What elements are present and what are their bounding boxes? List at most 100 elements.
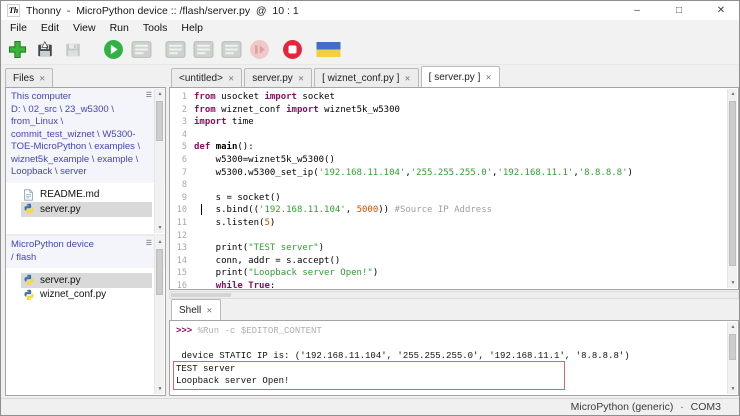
- code-line: 1from usocket import socket: [172, 91, 738, 104]
- minimize-button[interactable]: –: [619, 1, 655, 20]
- line-number: 10: [172, 204, 194, 217]
- close-button[interactable]: ✕: [703, 1, 739, 20]
- files-section-device: MicroPython device/ flash☰server.pywizne…: [6, 234, 165, 395]
- open-file-button[interactable]: [33, 38, 57, 62]
- line-number: 12: [172, 230, 194, 243]
- file-item[interactable]: server.py: [21, 273, 152, 288]
- run-current-script-button[interactable]: [101, 38, 125, 62]
- backend-selector[interactable]: MicroPython (generic) · COM3: [569, 401, 723, 413]
- status-bar: MicroPython (generic) · COM3: [1, 398, 739, 415]
- code-editor[interactable]: 1from usocket import socket2from wiznet_…: [169, 87, 739, 290]
- scroll-up-icon[interactable]: ▲: [728, 324, 738, 330]
- debug-current-script-button[interactable]: [129, 38, 153, 62]
- shell-tab-label: Shell: [179, 305, 201, 316]
- resume-button[interactable]: [247, 38, 271, 62]
- files-section-header: This computerD: \ 02_src \ 23_w5300 \ fr…: [6, 88, 165, 183]
- python-icon: [23, 289, 35, 301]
- scroll-up-icon[interactable]: ▲: [728, 91, 738, 97]
- file-item[interactable]: README.md: [21, 188, 152, 203]
- close-files-tab-icon[interactable]: ✕: [39, 74, 45, 83]
- tab-label: [ server.py ]: [429, 72, 481, 83]
- file-item[interactable]: wiznet_conf.py: [21, 288, 152, 303]
- line-number: 11: [172, 217, 194, 230]
- menu-run[interactable]: Run: [103, 22, 136, 34]
- code-text: s.listen(5): [194, 217, 275, 230]
- menu-bar: FileEditViewRunToolsHelp: [1, 20, 739, 35]
- toolbar: [1, 35, 739, 65]
- code-line: 16 while True:: [172, 280, 738, 290]
- line-number: 5: [172, 141, 194, 154]
- resume-icon: [249, 39, 270, 60]
- editor-tab-1-server.py[interactable]: server.py✕: [244, 68, 312, 87]
- step-out-button[interactable]: [219, 38, 243, 62]
- files-scrollbar[interactable]: ▲▼: [154, 89, 164, 233]
- debug-icon: [131, 39, 152, 60]
- editor-area: <untitled>✕server.py✕ [ wiznet_conf.py ] ✕…: [169, 65, 739, 398]
- code-line: 2from wiznet_conf import wiznet5k_w5300: [172, 104, 738, 117]
- editor-tab-2-wiznet-conf.py[interactable]: [ wiznet_conf.py ] ✕: [314, 68, 419, 87]
- step-over-button[interactable]: [163, 38, 187, 62]
- code-text: def main():: [194, 141, 254, 154]
- editor-tab-3-server.py[interactable]: [ server.py ] ✕: [421, 66, 500, 87]
- editor-horizontal-scrollbar[interactable]: [169, 291, 739, 299]
- shell-line: Loopback server Open!: [176, 375, 738, 388]
- save-file-button[interactable]: [61, 38, 85, 62]
- scroll-down-icon[interactable]: ▼: [155, 225, 165, 231]
- save-icon: [64, 41, 82, 59]
- shell-line: TEST server: [176, 363, 738, 376]
- line-number: 4: [172, 129, 194, 142]
- scrollbar-thumb[interactable]: [171, 293, 231, 297]
- code-text: s = socket(): [194, 192, 281, 205]
- new-file-button[interactable]: [5, 38, 29, 62]
- stop-restart-button[interactable]: [280, 38, 304, 62]
- code-text: from usocket import socket: [194, 91, 335, 104]
- maximize-button[interactable]: □: [661, 1, 697, 20]
- files-menu-icon[interactable]: ☰: [146, 90, 152, 103]
- code-text: print("TEST server"): [194, 242, 324, 255]
- code-line: 14 conn, addr = s.accept(): [172, 255, 738, 268]
- python-icon: [23, 203, 35, 215]
- shell-tab-bar: Shell ✕: [169, 298, 223, 320]
- scrollbar-thumb[interactable]: [729, 334, 736, 360]
- files-menu-icon[interactable]: ☰: [146, 238, 152, 251]
- close-shell-tab-icon[interactable]: ✕: [206, 306, 212, 315]
- shell-tab[interactable]: Shell ✕: [171, 299, 221, 320]
- editor-tab-0-untitled[interactable]: <untitled>✕: [171, 68, 242, 87]
- shell-line: [176, 338, 738, 351]
- thonny-window: Th Thonny - MicroPython device :: /flash…: [0, 0, 740, 416]
- close-tab-icon[interactable]: ✕: [485, 73, 491, 82]
- menu-file[interactable]: File: [3, 22, 34, 34]
- files-tab[interactable]: Files ✕: [5, 68, 53, 87]
- step-into-button[interactable]: [191, 38, 215, 62]
- scroll-down-icon[interactable]: ▼: [728, 280, 738, 286]
- support-ukraine-button[interactable]: [314, 38, 342, 62]
- editor-scrollbar[interactable]: ▲▼: [727, 89, 737, 288]
- scrollbar-thumb[interactable]: [156, 249, 163, 295]
- menu-tools[interactable]: Tools: [136, 22, 175, 34]
- menu-edit[interactable]: Edit: [34, 22, 66, 34]
- menu-help[interactable]: Help: [174, 22, 210, 34]
- line-number: 2: [172, 104, 194, 117]
- menu-view[interactable]: View: [66, 22, 103, 34]
- code-text: from wiznet_conf import wiznet5k_w5300: [194, 104, 400, 117]
- scroll-down-icon[interactable]: ▼: [155, 386, 165, 392]
- tab-label: [ wiznet_conf.py ]: [322, 73, 399, 84]
- close-tab-icon[interactable]: ✕: [228, 74, 234, 83]
- scrollbar-thumb[interactable]: [729, 101, 736, 266]
- step-out-icon: [221, 39, 242, 60]
- code-line: 13 print("TEST server"): [172, 242, 738, 255]
- scroll-up-icon[interactable]: ▲: [155, 239, 165, 245]
- code-text: s.bind(('192.168.11.104', 5000)) #Source…: [194, 204, 492, 217]
- step-over-icon: [165, 39, 186, 60]
- file-item[interactable]: server.py: [21, 202, 152, 217]
- code-line: 6 w5300=wiznet5k_w5300(): [172, 154, 738, 167]
- code-line: 15 print("Loopback server Open!"): [172, 267, 738, 280]
- shell-panel[interactable]: >>> %Run -c $EDITOR_CONTENT device STATI…: [169, 320, 739, 396]
- files-scrollbar[interactable]: ▲▼: [154, 237, 164, 394]
- scroll-up-icon[interactable]: ▲: [155, 91, 165, 97]
- scrollbar-thumb[interactable]: [156, 101, 163, 141]
- close-tab-icon[interactable]: ✕: [298, 74, 304, 83]
- shell-scrollbar[interactable]: ▲▼: [727, 322, 737, 394]
- close-tab-icon[interactable]: ✕: [404, 74, 410, 83]
- scroll-down-icon[interactable]: ▼: [728, 386, 738, 392]
